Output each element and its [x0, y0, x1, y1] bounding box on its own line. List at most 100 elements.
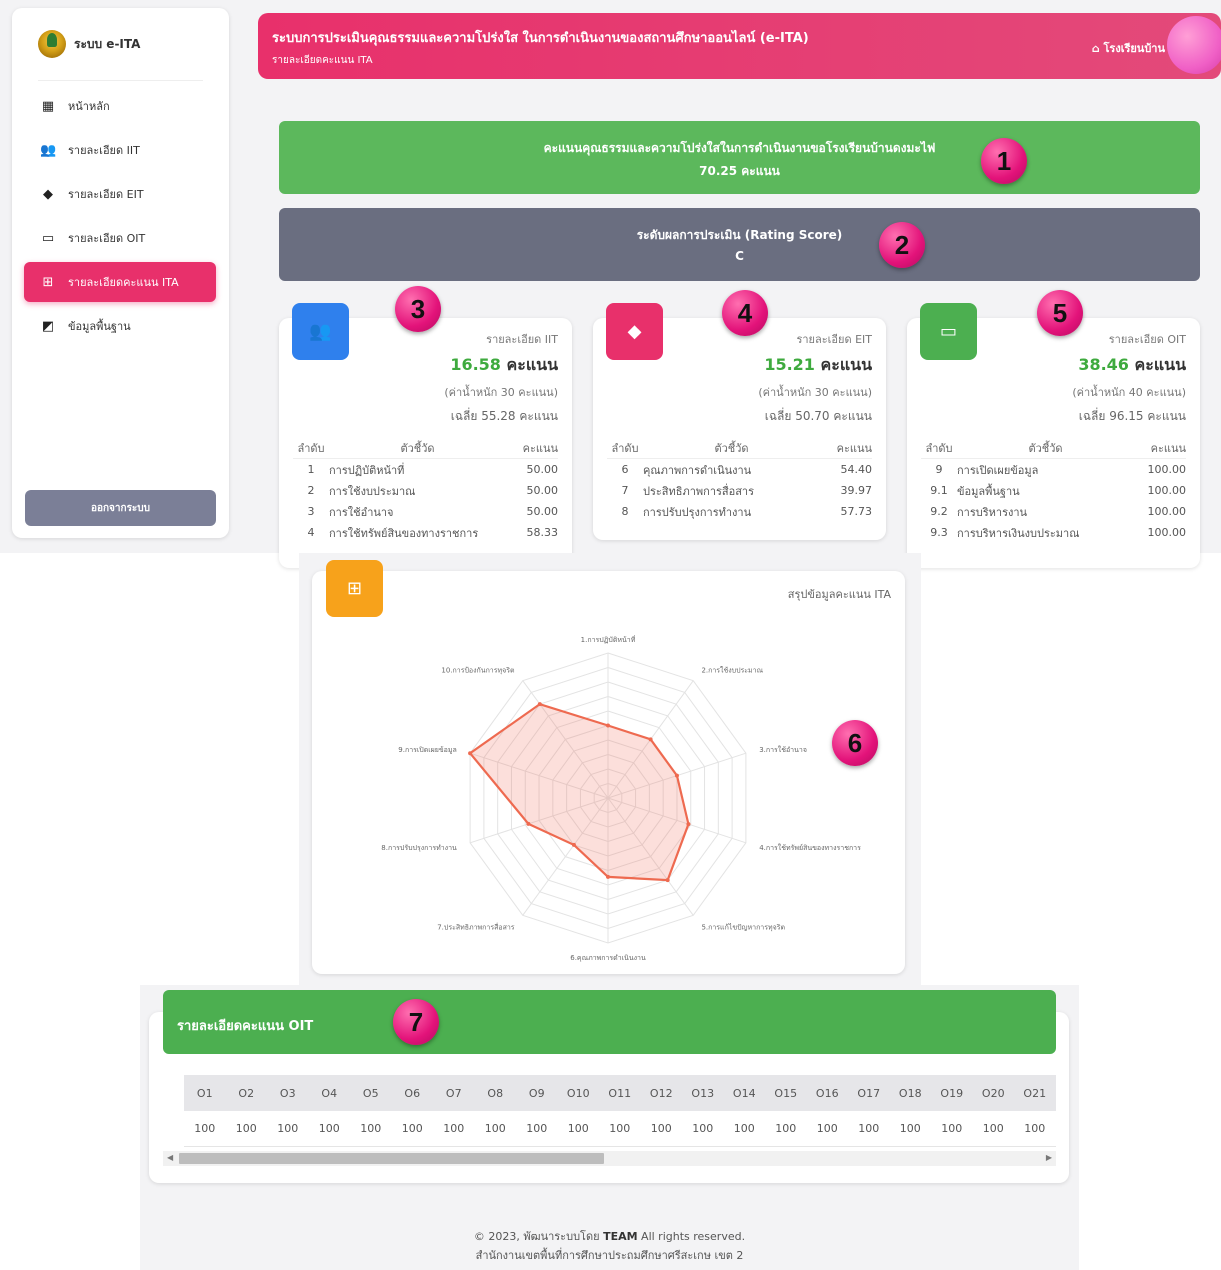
- sidebar-item-label: รายละเอียด OIT: [68, 232, 146, 245]
- table-row: 2 การใช้งบประมาณ 50.00: [307, 484, 559, 498]
- divider: [38, 80, 203, 81]
- oit-cell: 100: [567, 1122, 589, 1135]
- radar-axis-label: 7.ประสิทธิภาพการสื่อสาร: [437, 923, 515, 932]
- school-name[interactable]: ⌂ โรงเรียนบ้าน: [1092, 39, 1165, 57]
- oit-table-title: รายละเอียดคะแนน OIT: [163, 990, 1056, 1054]
- table-row: 4 การใช้ทรัพย์สินของทางราชการ 58.33: [307, 526, 559, 540]
- callout-marker-5: 5: [1037, 290, 1083, 336]
- callout-marker-2: 2: [879, 222, 925, 268]
- scroll-right-icon[interactable]: ▶: [1046, 1153, 1052, 1162]
- total-score-banner: คะแนนคุณธรรมและความโปร่งใสในการดำเนินงาน…: [279, 121, 1200, 194]
- oit-column-header: O16: [815, 1086, 839, 1100]
- oit-cell: 100: [526, 1122, 548, 1135]
- callout-marker-1: 1: [981, 138, 1027, 184]
- oit-column-header: O12: [649, 1086, 673, 1100]
- card-weight: (ค่าน้ำหนัก 30 คะแนน): [444, 386, 558, 399]
- total-score-label: คะแนนคุณธรรมและความโปร่งใสในการดำเนินงาน…: [543, 141, 936, 155]
- brand-title: ระบบ e-ITA: [74, 36, 141, 51]
- radar-point: [665, 878, 670, 883]
- oit-cell: 100: [484, 1122, 506, 1135]
- chart-icon: ◩: [41, 318, 55, 334]
- table-row: 9.1 ข้อมูลพื้นฐาน 100.00: [930, 484, 1186, 498]
- oit-column-header: O14: [732, 1086, 756, 1100]
- card-score: 16.58 คะแนน: [450, 355, 558, 374]
- oit-column-header: O2: [238, 1086, 255, 1100]
- table-row: 3 การใช้อำนาจ 50.00: [307, 505, 559, 519]
- card-caption: รายละเอียด EIT: [796, 333, 872, 346]
- scroll-left-icon[interactable]: ◀: [167, 1153, 173, 1162]
- oit-column-header: O3: [279, 1086, 296, 1100]
- oit-column-header: O17: [857, 1086, 881, 1100]
- users-icon: 👥: [292, 303, 349, 360]
- sidebar-item-ita-score[interactable]: ⊞ รายละเอียดคะแนน ITA: [24, 262, 216, 302]
- sidebar-nav: ▦ หน้าหลัก 👥 รายละเอียด IIT ◆ รายละเอียด…: [24, 86, 216, 350]
- indicator-table: ลำดับ ตัวชี้วัด คะแนน 9 การเปิดเผยข้อมูล 100…: [921, 438, 1186, 543]
- callout-marker-7: 7: [393, 999, 439, 1045]
- page-subtitle: รายละเอียดคะแนน ITA: [272, 55, 373, 66]
- oit-cell: 100: [858, 1122, 880, 1135]
- gem-icon: ◆: [43, 186, 53, 202]
- oit-cell: 100: [235, 1122, 257, 1135]
- scroll-thumb[interactable]: [179, 1153, 604, 1164]
- card-weight: (ค่าน้ำหนัก 40 คะแนน): [1072, 386, 1186, 399]
- oit-cell: 100: [401, 1122, 423, 1135]
- dashboard-icon: ▦: [41, 98, 55, 114]
- radar-chart: 1.การปฏิบัติหน้าที่ 2.การใช้งบประมาณ 3.การ…: [381, 635, 861, 962]
- sidebar-item-label: หน้าหลัก: [68, 100, 110, 113]
- radar-point: [526, 821, 531, 826]
- callout-marker-6: 6: [832, 720, 878, 766]
- oit-cell: 100: [982, 1122, 1004, 1135]
- users-icon: 👥: [40, 142, 57, 158]
- table-row: 6 คุณภาพการดำเนินงาน 54.40: [621, 463, 873, 477]
- sidebar-item-basic-info[interactable]: ◩ ข้อมูลพื้นฐาน: [24, 306, 216, 346]
- oit-table: O1 O2 O3 O4 O5 O6 O7 O8 O9 O10 O11 O12 O13 O14 O15 O16 O…: [184, 1075, 1056, 1147]
- sidebar-item-eit[interactable]: ◆ รายละเอียด EIT: [24, 174, 216, 214]
- radar-axis-label: 10.การป้องกันการทุจริต: [441, 666, 515, 674]
- card-caption: รายละเอียด OIT: [1108, 333, 1186, 346]
- oit-cell: 100: [941, 1122, 963, 1135]
- sidebar-item-iit[interactable]: 👥 รายละเอียด IIT: [24, 130, 216, 170]
- card-average: เฉลี่ย 50.70 คะแนน: [764, 409, 872, 423]
- oit-column-header: O6: [404, 1086, 421, 1100]
- school-icon: ⌂: [1091, 42, 1100, 55]
- table-row: 9.3 การบริหารเงินงบประมาณ 100.00: [930, 526, 1186, 540]
- oit-column-header: O1: [196, 1086, 213, 1100]
- oit-cell: 100: [899, 1122, 921, 1135]
- table-row: 8 การปรับปรุงการทำงาน 57.73: [621, 505, 873, 519]
- devices-icon: ▭: [41, 230, 55, 246]
- oit-column-header: O8: [487, 1086, 504, 1100]
- oit-cell: 100: [733, 1122, 755, 1135]
- oit-cell: 100: [443, 1122, 465, 1135]
- oit-column-header: O13: [691, 1086, 715, 1100]
- sidebar: ระบบ e-ITA ▦ หน้าหลัก 👥 รายละเอียด IIT ◆…: [12, 8, 229, 538]
- rating-value: C: [735, 249, 744, 263]
- card-average: เฉลี่ย 96.15 คะแนน: [1078, 409, 1186, 423]
- page-header: ระบบการประเมินคุณธรรมและความโปร่งใส ในกา…: [258, 13, 1221, 79]
- radar-axis-label: 4.การใช้ทรัพย์สินของทางราชการ: [759, 843, 861, 852]
- page-title: ระบบการประเมินคุณธรรมและความโปร่งใส ในกา…: [272, 31, 809, 46]
- radar-point: [606, 723, 610, 728]
- radar-axis-label: 1.การปฏิบัติหน้าที่: [581, 635, 636, 644]
- footer-copyright: © 2023, พัฒนาระบบโดย TEAM All rights res…: [473, 1230, 746, 1243]
- sidebar-item-oit[interactable]: ▭ รายละเอียด OIT: [24, 218, 216, 258]
- sidebar-item-label: รายละเอียด IIT: [68, 144, 140, 157]
- rating-label: ระดับผลการประเมิน (Rating Score): [636, 228, 843, 242]
- table-row: 7 ประสิทธิภาพการสื่อสาร 39.97: [621, 484, 873, 498]
- sidebar-item-label: รายละเอียดคะแนน ITA: [68, 276, 179, 289]
- eit-card: ◆ รายละเอียด EIT 15.21 คะแนน (ค่าน้ำหนัก…: [593, 303, 886, 540]
- callout-marker-4: 4: [722, 290, 768, 336]
- oit-column-header: O19: [940, 1086, 964, 1100]
- radar-series-area: [468, 702, 690, 882]
- table-row: 9.2 การบริหารงาน 100.00: [930, 505, 1186, 519]
- horizontal-scrollbar[interactable]: ◀ ▶: [163, 1151, 1056, 1166]
- logout-button[interactable]: ออกจากระบบ: [25, 490, 216, 526]
- oit-column-header: O9: [528, 1086, 545, 1100]
- brand[interactable]: ระบบ e-ITA: [38, 30, 140, 58]
- oit-cell: 100: [692, 1122, 714, 1135]
- oit-column-header: O15: [774, 1086, 798, 1100]
- oit-column-header: O10: [566, 1086, 590, 1100]
- sidebar-item-home[interactable]: ▦ หน้าหลัก: [24, 86, 216, 126]
- oit-cell: 100: [1024, 1122, 1046, 1135]
- oit-cell: 100: [194, 1122, 216, 1135]
- avatar[interactable]: [1167, 16, 1221, 74]
